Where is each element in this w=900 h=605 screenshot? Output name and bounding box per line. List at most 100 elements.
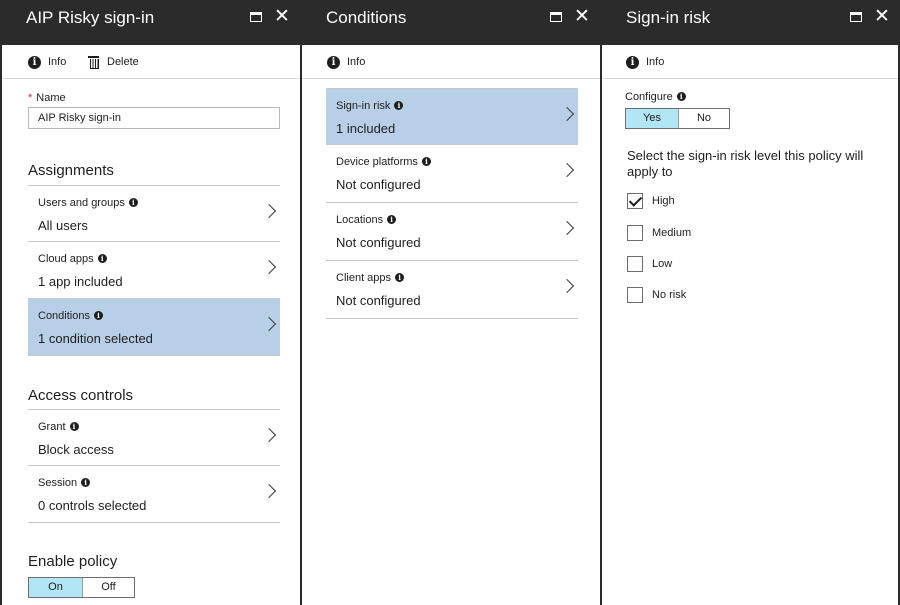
assignment-cloud-apps[interactable]: Cloud apps i 1 app included: [28, 242, 280, 299]
row-label: Device platforms i: [336, 156, 431, 168]
chevron-right-icon: [559, 278, 575, 294]
assignments-heading: Assignments: [28, 162, 114, 179]
assignment-users-and-groups[interactable]: Users and groups i All users: [28, 185, 280, 242]
conditions-blade: Conditions ✕ i Info Sign-in risk i 1 incl…: [300, 0, 600, 605]
maximize-button[interactable]: [546, 7, 566, 27]
info-icon: i: [394, 101, 404, 110]
info-icon: i: [97, 254, 107, 263]
info-command[interactable]: i Info: [327, 54, 365, 70]
row-label: Grant i: [38, 421, 79, 433]
checkbox-icon[interactable]: [627, 256, 643, 272]
risk-level-high[interactable]: High: [627, 193, 675, 209]
info-icon: i: [395, 273, 405, 282]
chevron-right-icon: [559, 162, 575, 178]
close-icon: ✕: [274, 6, 290, 27]
enable-policy-toggle: On Off: [28, 577, 135, 598]
checkbox-icon[interactable]: [627, 287, 643, 303]
risk-level-label: High: [652, 195, 675, 207]
row-value: 1 included: [336, 121, 396, 136]
maximize-icon: [550, 12, 562, 22]
checkbox-checked-icon[interactable]: [627, 193, 643, 209]
chevron-right-icon: [261, 259, 277, 275]
enable-on-option[interactable]: On: [29, 578, 82, 597]
info-command[interactable]: i Info: [28, 54, 66, 70]
checkbox-icon[interactable]: [627, 225, 643, 241]
info-icon: i: [81, 478, 91, 487]
risk-level-no-risk[interactable]: No risk: [627, 287, 686, 303]
info-icon: i: [387, 215, 397, 224]
close-button[interactable]: ✕: [572, 7, 592, 27]
info-icon: i: [28, 55, 41, 69]
configure-label: Configure i: [625, 91, 686, 103]
chevron-right-icon: [261, 483, 277, 499]
command-bar: i Info: [302, 45, 600, 79]
blade-title: Conditions: [326, 8, 407, 27]
delete-command[interactable]: Delete: [88, 54, 139, 70]
info-icon: i: [676, 92, 686, 101]
info-label: Info: [48, 56, 67, 68]
risk-level-label: Medium: [652, 227, 692, 239]
info-command[interactable]: i Info: [626, 54, 664, 70]
row-label: Client apps i: [336, 272, 405, 284]
chevron-right-icon: [261, 203, 277, 219]
close-button[interactable]: ✕: [872, 7, 892, 27]
delete-label: Delete: [107, 56, 139, 68]
row-value: All users: [38, 218, 88, 233]
chevron-right-icon: [559, 106, 575, 122]
info-icon: i: [327, 55, 340, 69]
risk-level-low[interactable]: Low: [627, 256, 672, 272]
close-icon: ✕: [874, 6, 890, 27]
row-value: Not configured: [336, 293, 421, 308]
blade-title: Sign-in risk: [626, 8, 711, 27]
command-bar: i Info Delete: [2, 45, 300, 79]
risk-level-medium[interactable]: Medium: [627, 225, 691, 241]
configure-toggle: Yes No: [625, 108, 730, 129]
chevron-right-icon: [261, 316, 277, 332]
risk-level-label: No risk: [652, 289, 687, 301]
info-icon: i: [69, 422, 79, 431]
row-value: Block access: [38, 442, 114, 457]
assignment-conditions[interactable]: Conditions i 1 condition selected: [28, 299, 280, 356]
maximize-button[interactable]: [846, 7, 866, 27]
blade-header: Sign-in risk ✕: [602, 0, 898, 45]
required-marker: *: [28, 92, 33, 104]
row-label: Users and groups i: [38, 197, 138, 209]
command-bar: i Info: [602, 45, 898, 79]
row-value: Not configured: [336, 177, 421, 192]
row-label: Session i: [38, 477, 91, 489]
info-label: Info: [646, 56, 665, 68]
policy-blade: AIP Risky sign-in ✕ i Info Delete * Name …: [0, 0, 300, 605]
row-value: 0 controls selected: [38, 498, 147, 513]
blade-header: AIP Risky sign-in ✕: [2, 0, 300, 45]
row-value: 1 app included: [38, 274, 123, 289]
enable-policy-heading: Enable policy: [28, 553, 118, 570]
blade-title: AIP Risky sign-in: [26, 8, 155, 27]
name-input[interactable]: [28, 107, 280, 129]
condition-client-apps[interactable]: Client apps i Not configured: [326, 261, 578, 319]
close-icon: ✕: [574, 6, 590, 27]
maximize-button[interactable]: [246, 7, 266, 27]
risk-level-label: Low: [652, 258, 673, 270]
chevron-right-icon: [261, 427, 277, 443]
info-icon: i: [626, 55, 639, 69]
trash-icon: [88, 56, 99, 69]
access-grant[interactable]: Grant i Block access: [28, 409, 280, 466]
configure-no-option[interactable]: No: [678, 109, 729, 128]
info-icon: i: [421, 157, 431, 166]
condition-locations[interactable]: Locations i Not configured: [326, 203, 578, 261]
enable-off-option[interactable]: Off: [82, 578, 134, 597]
row-label: Locations i: [336, 214, 397, 226]
info-label: Info: [347, 56, 366, 68]
condition-device-platforms[interactable]: Device platforms i Not configured: [326, 145, 578, 203]
row-value: 1 condition selected: [38, 331, 153, 346]
maximize-icon: [250, 12, 262, 22]
chevron-right-icon: [559, 220, 575, 236]
condition-sign-in-risk[interactable]: Sign-in risk i 1 included: [326, 88, 578, 145]
sign-in-risk-blade: Sign-in risk ✕ i Info Configure i Yes No …: [600, 0, 900, 605]
access-session[interactable]: Session i 0 controls selected: [28, 466, 280, 523]
row-label: Sign-in risk i: [336, 100, 404, 112]
close-button[interactable]: ✕: [272, 7, 292, 27]
blade-header: Conditions ✕: [302, 0, 600, 45]
configure-yes-option[interactable]: Yes: [626, 109, 678, 128]
row-label: Conditions i: [38, 310, 103, 322]
